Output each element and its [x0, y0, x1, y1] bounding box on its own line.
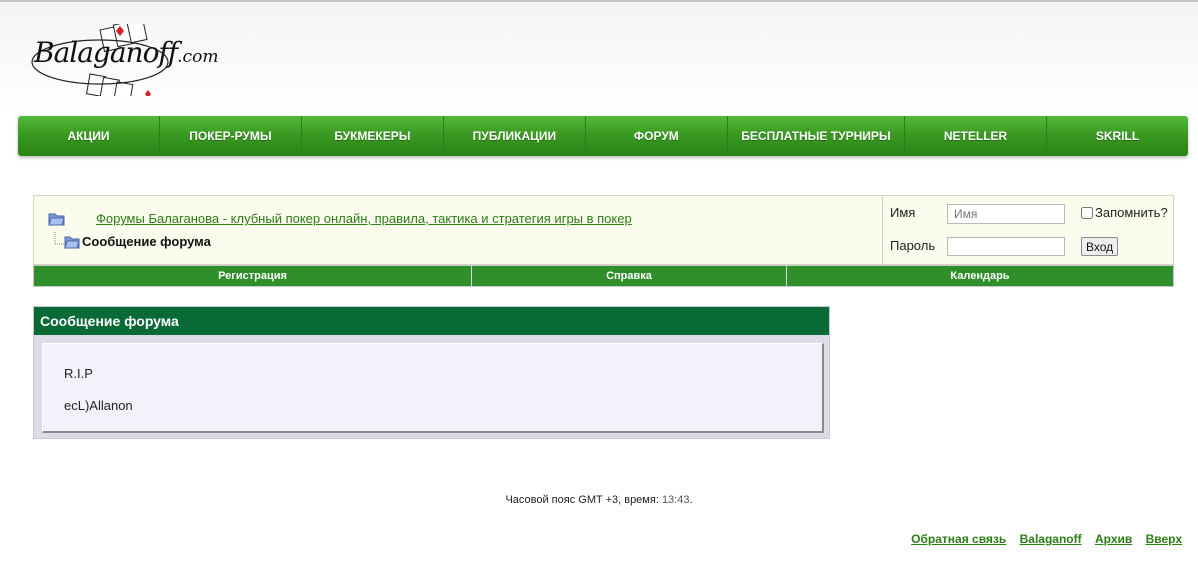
message-line: ecL)Allanon — [64, 398, 133, 413]
password-label: Пароль — [890, 238, 936, 253]
remember-label: Запомнить? — [1095, 205, 1168, 220]
message-title: Сообщение форума — [34, 307, 829, 335]
nav-item-forum[interactable]: ФОРУМ — [586, 116, 728, 156]
username-label: Имя — [890, 205, 916, 220]
nav-item-free-tournaments[interactable]: БЕСПЛАТНЫЕ ТУРНИРЫ — [728, 116, 906, 156]
timezone-dot: . — [689, 494, 693, 506]
footer-links: Обратная связь Balaganoff Архив Вверх — [901, 532, 1182, 546]
username-input[interactable] — [947, 204, 1065, 224]
password-input[interactable] — [947, 237, 1065, 256]
message-line: R.I.P — [64, 366, 93, 381]
nav-item-promotions[interactable]: АКЦИИ — [18, 116, 160, 156]
login-form: Имя Запомнить? Пароль Вход — [882, 196, 1173, 264]
feedback-link[interactable]: Обратная связь — [911, 532, 1006, 546]
timezone-text: Часовой пояс GMT +3, время: — [505, 494, 662, 506]
logo-text: Balaganoff.com — [34, 36, 219, 69]
folder-icon — [48, 213, 65, 226]
balaganoff-link[interactable]: Balaganoff — [1020, 532, 1082, 546]
main-nav: АКЦИИ ПОКЕР-РУМЫ БУКМЕКЕРЫ ПУБЛИКАЦИИ ФО… — [18, 116, 1188, 156]
login-button[interactable]: Вход — [1081, 237, 1119, 256]
archive-link[interactable]: Архив — [1095, 532, 1132, 546]
nav-item-skrill[interactable]: SKRILL — [1047, 116, 1188, 156]
nav-item-bookmakers[interactable]: БУКМЕКЕРЫ — [302, 116, 444, 156]
message-body: R.I.P ecL)Allanon — [42, 343, 824, 433]
timezone-info: Часовой пояс GMT +3, время: 13:43. — [0, 494, 1198, 506]
subfolder-icon — [54, 232, 80, 249]
forum-toolbar: Регистрация Справка Календарь — [33, 265, 1174, 287]
page-title: Сообщение форума — [82, 234, 211, 249]
remember-checkbox[interactable] — [1081, 206, 1093, 219]
back-to-top-link[interactable]: Вверх — [1146, 532, 1182, 546]
calendar-link[interactable]: Календарь — [787, 266, 1173, 286]
nav-item-poker-rooms[interactable]: ПОКЕР-РУМЫ — [160, 116, 302, 156]
register-link[interactable]: Регистрация — [34, 266, 472, 286]
site-logo[interactable]: Balaganoff.com — [30, 24, 220, 96]
current-time: 13:43 — [661, 494, 690, 506]
remember-me[interactable]: Запомнить? — [1081, 205, 1168, 220]
breadcrumb-forum-link[interactable]: Форумы Балаганова - клубный покер онлайн… — [96, 211, 632, 226]
message-panel: Сообщение форума R.I.P ecL)Allanon — [33, 306, 830, 439]
breadcrumb: Форумы Балаганова - клубный покер онлайн… — [33, 195, 1174, 265]
nav-item-publications[interactable]: ПУБЛИКАЦИИ — [444, 116, 586, 156]
nav-item-neteller[interactable]: NETELLER — [905, 116, 1048, 156]
help-link[interactable]: Справка — [472, 266, 787, 286]
